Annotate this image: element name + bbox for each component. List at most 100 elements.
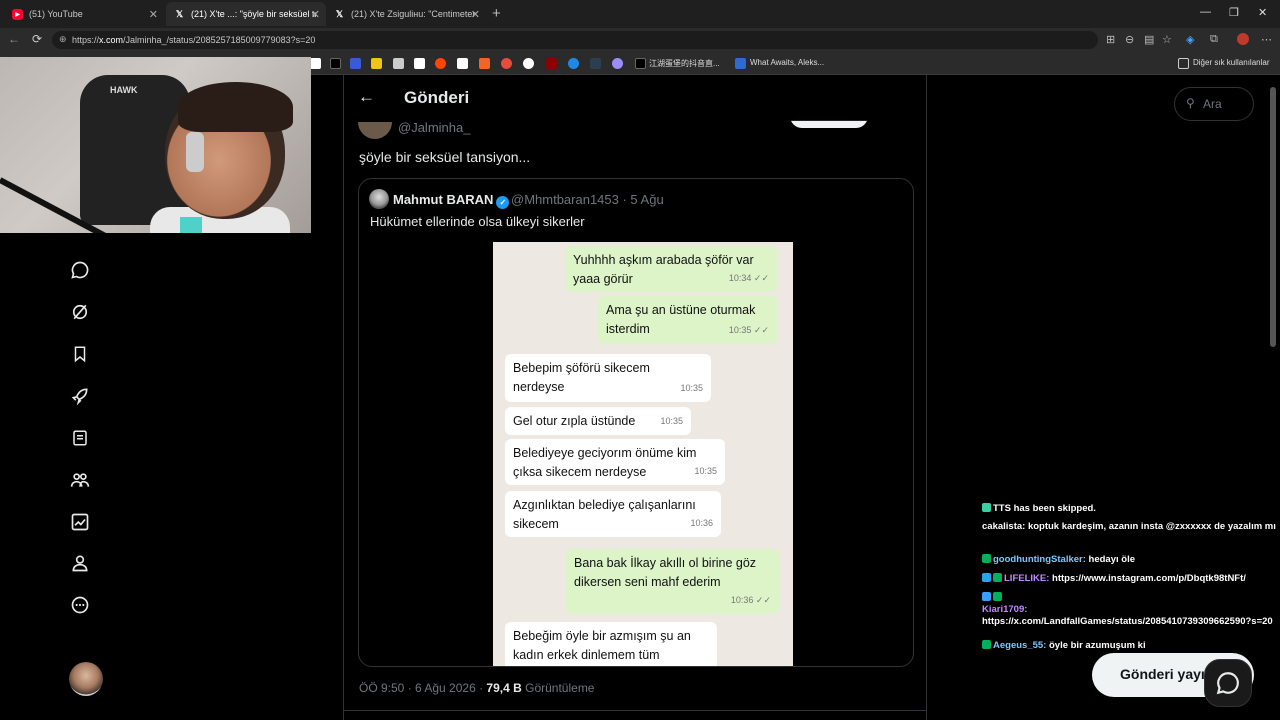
badge-icon xyxy=(982,503,991,512)
search-icon: ⚲ xyxy=(1186,96,1195,110)
lists-icon[interactable] xyxy=(68,426,92,450)
post-text: şöyle bir seksüel tansiyon... xyxy=(359,149,531,165)
premium-chart-icon[interactable] xyxy=(68,510,92,534)
bookmark-label[interactable]: 江湖蛋堡的抖音直... xyxy=(649,58,720,69)
bookmark-icon[interactable] xyxy=(523,58,534,69)
divider xyxy=(344,710,926,711)
chat-bubble: Ama şu an üstüne oturmak isterdim 10:35 ✓… xyxy=(598,296,777,344)
post-timestamp[interactable]: ÖÖ 9:50 · 6 Ağu 2026 · xyxy=(359,681,486,695)
profile-icon[interactable] xyxy=(68,551,92,575)
url-path: /Jalminha_/status/2085257185009779083?s=… xyxy=(123,35,316,45)
chat-bubble: Bebepim şöförü sikecem nerdeyse 10:35 xyxy=(505,354,711,402)
bookmark-icon[interactable] xyxy=(310,58,321,69)
bookmark-x-icon[interactable] xyxy=(330,58,341,69)
chat-screenshot-image[interactable]: Yuhhhh aşkım arabada şöför var yaaa görü… xyxy=(493,242,793,666)
badge-icon xyxy=(982,640,991,649)
bookmark-icon[interactable] xyxy=(546,58,557,69)
post-meta: ÖÖ 9:50 · 6 Ağu 2026 · 79,4 B Görüntülem… xyxy=(359,681,594,695)
bookmark-icon[interactable] xyxy=(414,58,425,69)
tab-youtube[interactable]: ▶ (51) YouTube ✕ xyxy=(4,2,164,26)
bookmark-icon[interactable] xyxy=(501,58,512,69)
reload-icon[interactable]: ⟳ xyxy=(32,32,42,46)
grok-icon[interactable] xyxy=(68,300,92,324)
post-column: @Jalminha_ ← Gönderi şöyle bir seksüel t… xyxy=(343,75,927,720)
tab-current-post[interactable]: 𝕏 (21) X'te ...: "şöyle bir seksüel tans… xyxy=(166,2,326,26)
chat-message: goodhuntingStalker: hedayı öle xyxy=(982,554,1276,566)
quoted-post[interactable]: Mahmut BARAN ✓ @Mhmtbaran1453 · 5 Ağu Hük… xyxy=(358,178,914,667)
more-menu-icon[interactable]: ⋯ xyxy=(1261,33,1272,46)
author-handle[interactable]: @Jalminha_ xyxy=(398,120,470,135)
search-placeholder: Ara xyxy=(1203,97,1222,111)
x-logo-icon: 𝕏 xyxy=(175,8,184,19)
post-header: ← Gönderi xyxy=(344,75,926,121)
bookmark-icon[interactable] xyxy=(479,58,490,69)
views-count: 79,4 B xyxy=(486,681,522,695)
quoted-text: Hükümet ellerinde olsa ülkeyi sikerler xyxy=(370,214,585,229)
tab-label: (21) X'te ...: "şöyle bir seksüel tansi xyxy=(191,9,316,19)
tiktok-icon[interactable] xyxy=(635,58,646,69)
youtube-icon: ▶ xyxy=(12,8,23,20)
bookmark-icon[interactable] xyxy=(350,58,361,69)
messages-icon[interactable] xyxy=(68,258,92,282)
bookmark-icon[interactable] xyxy=(457,58,468,69)
site-info-icon[interactable]: ⊕ xyxy=(59,34,67,45)
chat-message: TTS has been skipped. xyxy=(982,503,1276,515)
chat-bubble: Azgınlıktan belediye çalışanlarını sikec… xyxy=(505,491,721,537)
browser-tab-bar: ▶ (51) YouTube ✕ 𝕏 (21) X'te ...: "şöyle… xyxy=(0,0,1280,28)
more-circle-icon[interactable] xyxy=(68,593,92,617)
bookmark-icon[interactable] xyxy=(371,58,382,69)
chat-bubble-icon xyxy=(1216,672,1239,695)
headset xyxy=(186,132,204,172)
new-tab-icon[interactable]: + xyxy=(492,5,501,22)
streamer-hair xyxy=(178,82,293,132)
bookmark-icon[interactable] xyxy=(393,58,404,69)
zoom-icon[interactable]: ⊖ xyxy=(1125,33,1134,46)
app-available-icon[interactable]: ⊞ xyxy=(1106,33,1115,46)
chat-bubble: Bana bak İlkay akıllı ol birine göz dike… xyxy=(566,549,779,614)
reddit-icon[interactable] xyxy=(435,58,446,69)
tab-label: (21) X'te Zsiguliнu: "Centimeters f xyxy=(351,9,476,19)
search-input[interactable]: ⚲ Ara xyxy=(1174,87,1254,121)
back-arrow-icon[interactable]: ← xyxy=(358,87,375,107)
microphone xyxy=(180,217,202,233)
other-bookmarks[interactable]: Diğer sık kullanılanlar xyxy=(1193,58,1269,67)
chair-logo: HAWK xyxy=(110,85,138,95)
x-logo-icon: 𝕏 xyxy=(335,8,344,19)
extensions-icon[interactable]: ⧉ xyxy=(1210,33,1218,46)
bookmark-icon[interactable] xyxy=(612,58,623,69)
stream-chat-overlay: TTS has been skipped. cakalista: koptuk … xyxy=(982,503,1276,653)
close-tab-icon[interactable]: ✕ xyxy=(471,8,480,21)
bookmark-label[interactable]: What Awaits, Aleks... xyxy=(750,58,824,67)
reading-view-icon[interactable]: ▤ xyxy=(1144,33,1154,46)
badge-icon xyxy=(993,573,1002,582)
communities-icon[interactable] xyxy=(68,468,92,492)
bookmark-icon[interactable] xyxy=(735,58,746,69)
badge-icon xyxy=(982,554,991,563)
bookmark-icon[interactable] xyxy=(590,58,601,69)
messages-drawer-button[interactable] xyxy=(1204,659,1252,707)
close-tab-icon[interactable]: ✕ xyxy=(149,8,158,21)
tab-label: (51) YouTube xyxy=(29,9,83,19)
tab-other-post[interactable]: 𝕏 (21) X'te Zsiguliнu: "Centimeters f ✕ xyxy=(326,2,486,26)
back-icon[interactable]: ← xyxy=(8,32,20,46)
minimize-icon[interactable]: — xyxy=(1200,6,1211,18)
favorite-star-icon[interactable]: ☆ xyxy=(1162,33,1172,46)
read-aloud-icon[interactable]: ◈ xyxy=(1186,33,1194,46)
url-field[interactable]: ⊕ https://x.com/Jalminha_/status/2085257… xyxy=(52,31,1098,49)
webcam-overlay: HAWK xyxy=(0,57,311,233)
quoted-avatar[interactable] xyxy=(369,189,389,209)
scrollbar[interactable] xyxy=(1270,87,1276,347)
close-tab-icon[interactable]: ✕ xyxy=(311,8,320,21)
page-title: Gönderi xyxy=(404,88,470,107)
restore-icon[interactable]: ❐ xyxy=(1229,6,1239,19)
bookmark-icon[interactable] xyxy=(568,58,579,69)
quoted-handle-date: @Mhmtbaran1453 · 5 Ağu xyxy=(511,192,664,207)
verified-badge-icon: ✓ xyxy=(496,196,510,209)
quoted-author-name[interactable]: Mahmut BARAN ✓ xyxy=(393,192,510,209)
rocket-icon[interactable] xyxy=(68,384,92,408)
profile-icon[interactable] xyxy=(1237,33,1249,45)
account-avatar[interactable] xyxy=(69,662,103,696)
close-window-icon[interactable]: ✕ xyxy=(1258,6,1267,19)
bookmarks-icon[interactable] xyxy=(68,342,92,366)
badge-icon xyxy=(982,592,991,601)
